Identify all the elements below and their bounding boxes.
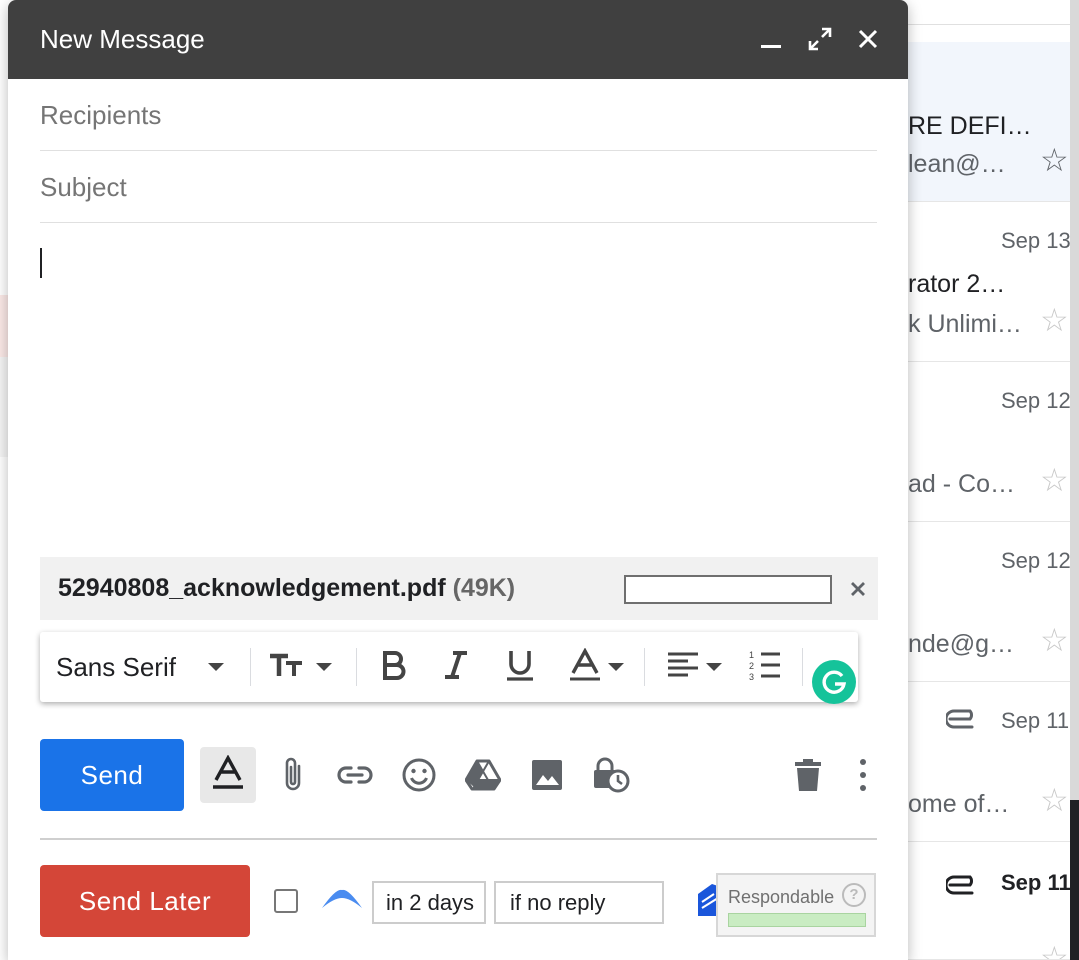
align-left-icon: [666, 650, 700, 685]
respondable-score-bar: [728, 913, 866, 927]
recipients-input[interactable]: [40, 99, 877, 131]
inbox-row[interactable]: Sep 11 ☆: [908, 842, 1079, 960]
remind-condition-input[interactable]: [494, 881, 664, 924]
inbox-row[interactable]: Sep 12 ad - Co… ☆: [908, 362, 1079, 522]
row-date: Sep 11: [1001, 708, 1070, 733]
send-later-button[interactable]: Send Later: [40, 865, 250, 937]
remind-me-checkbox[interactable]: [274, 889, 298, 913]
font-family-select[interactable]: Sans Serif: [56, 646, 224, 688]
attachment-size: (49K): [452, 574, 516, 602]
discard-draft-icon[interactable]: [785, 752, 831, 798]
emoji-icon[interactable]: [396, 752, 442, 798]
star-icon[interactable]: ☆: [1040, 464, 1069, 496]
star-icon[interactable]: ☆: [1040, 784, 1069, 816]
row-date: Sep 11: [1001, 870, 1071, 895]
text-color-select[interactable]: [568, 646, 624, 688]
row-snippet: lean@…: [908, 150, 1006, 178]
chevron-down-icon: [608, 663, 624, 671]
toolbar-divider: [644, 648, 645, 686]
font-family-label: Sans Serif: [56, 651, 176, 682]
bold-button[interactable]: [380, 646, 408, 688]
remove-attachment-icon[interactable]: [844, 575, 872, 603]
attachment-filename: 52940808_acknowledgement.pdf: [58, 574, 446, 602]
row-snippet: ome of…: [908, 790, 1010, 818]
expand-icon[interactable]: [803, 22, 837, 56]
subject-row: [40, 151, 877, 223]
star-icon[interactable]: ☆: [1040, 304, 1069, 336]
star-icon[interactable]: ☆: [1040, 624, 1069, 656]
inbox-row[interactable]: Sep 11 ome of… ☆: [908, 682, 1079, 842]
font-size-select[interactable]: [268, 646, 332, 688]
recipients-row: [40, 79, 877, 151]
attachment-label: 52940808_acknowledgement.pdf (49K): [58, 574, 515, 603]
row-snippet: ad - Co…: [908, 470, 1015, 498]
inbox-row[interactable]: Sep 13 rator 2… k Unlimi… ☆: [908, 202, 1079, 362]
attachment-chip[interactable]: 52940808_acknowledgement.pdf (49K): [40, 557, 878, 620]
compose-title: New Message: [40, 24, 205, 54]
svg-text:1: 1: [749, 650, 754, 660]
row-date: Sep 12: [1001, 388, 1071, 413]
chevron-down-icon: [706, 663, 722, 671]
row-snippet: nde@g…: [908, 630, 1014, 658]
row-subject: RE DEFI…: [908, 112, 1032, 140]
align-select[interactable]: [666, 646, 722, 688]
toolbar-line: [908, 24, 1070, 25]
insert-link-icon[interactable]: [332, 752, 378, 798]
confidential-mode-icon[interactable]: [588, 752, 634, 798]
toolbar-divider: [250, 648, 251, 686]
italic-button[interactable]: [442, 646, 470, 688]
help-icon[interactable]: ?: [842, 883, 866, 907]
text-format-icon: [211, 753, 245, 796]
formatting-toolbar: Sans Serif 1 2 3: [40, 632, 858, 702]
compose-window: New Message 52940808_acknowledgement.pdf…: [8, 0, 908, 960]
respondable-widget[interactable]: Respondable ?: [716, 873, 876, 937]
formatting-options-toggle[interactable]: [200, 747, 256, 803]
svg-text:2: 2: [749, 661, 754, 671]
attachment-clip-icon: [944, 708, 982, 730]
grammarly-icon[interactable]: [812, 660, 856, 704]
google-drive-icon[interactable]: [460, 752, 506, 798]
toolbar-divider: [356, 648, 357, 686]
toolbar-divider: [802, 648, 803, 686]
subject-input[interactable]: [40, 171, 877, 203]
italic-icon: [442, 650, 470, 685]
underline-button[interactable]: [504, 646, 536, 688]
chevron-down-icon: [316, 663, 332, 671]
inbox-row[interactable]: RE DEFI… lean@… ☆: [908, 42, 1079, 202]
message-body-editor[interactable]: [40, 236, 877, 546]
svg-text:3: 3: [749, 672, 754, 682]
respondable-label: Respondable: [728, 887, 835, 907]
boomerang-icon: [320, 886, 364, 914]
text-size-icon: [268, 650, 306, 685]
compose-header[interactable]: New Message: [8, 0, 908, 79]
star-icon[interactable]: ☆: [1040, 144, 1069, 176]
text-color-icon: [568, 646, 602, 687]
row-subject: rator 2…: [908, 270, 1006, 298]
more-options-icon[interactable]: [840, 752, 886, 798]
remind-delay-input[interactable]: [372, 881, 486, 924]
bold-icon: [380, 650, 408, 685]
scrollbar-edge: [1070, 800, 1079, 960]
text-cursor: [40, 248, 42, 278]
numbered-list-icon: 123: [748, 648, 782, 687]
row-snippet: k Unlimi…: [908, 310, 1022, 338]
close-icon[interactable]: [851, 22, 885, 56]
send-button[interactable]: Send: [40, 739, 184, 811]
attachment-upload-progress: [624, 575, 832, 604]
attach-file-icon[interactable]: [270, 752, 316, 798]
divider: [40, 838, 877, 840]
numbered-list-button[interactable]: 123: [748, 646, 782, 688]
inbox-row[interactable]: Sep 12 nde@g… ☆: [908, 522, 1079, 682]
attachment-clip-icon: [944, 874, 982, 896]
insert-photo-icon[interactable]: [524, 752, 570, 798]
minimize-icon[interactable]: [754, 22, 788, 56]
row-date: Sep 12: [1001, 548, 1071, 573]
star-icon[interactable]: ☆: [1040, 942, 1069, 959]
chevron-down-icon: [207, 663, 224, 671]
row-date: Sep 13: [1001, 228, 1071, 253]
underline-icon: [504, 649, 536, 686]
